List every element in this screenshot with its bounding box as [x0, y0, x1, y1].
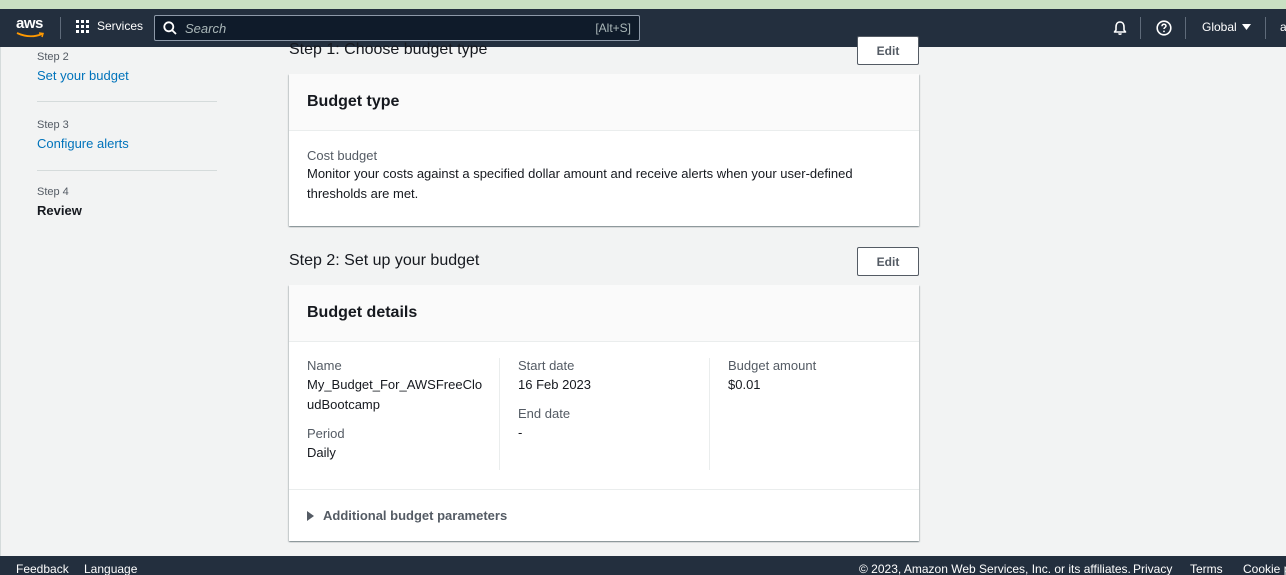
caret-down-icon	[1241, 24, 1251, 30]
page-footer: Feedback Language © 2023, Amazon Web Ser…	[0, 556, 1286, 575]
grid-icon	[76, 19, 89, 33]
period-label: Period	[307, 426, 345, 441]
region-selector[interactable]: Global	[1202, 20, 1251, 34]
step-link-set-budget[interactable]: Set your budget	[37, 68, 217, 83]
end-date-label: End date	[518, 406, 571, 421]
left-border	[0, 47, 1, 556]
aws-top-navigation: aws Services [Alt+S] Glo	[0, 9, 1286, 47]
budget-amount-value: $0.01	[728, 377, 761, 392]
start-date-value: 16 Feb 2023	[518, 377, 592, 392]
terms-link[interactable]: Terms	[1190, 562, 1223, 575]
budget-details-card: Budget details Name My_Budget_For_AWSFre…	[289, 285, 919, 541]
browser-top-strip	[0, 0, 1286, 9]
step1-edit-button[interactable]: Edit	[857, 36, 919, 65]
privacy-link[interactable]: Privacy	[1133, 562, 1172, 575]
wizard-step-3: Step 3 Configure alerts	[37, 119, 217, 151]
language-link[interactable]: Language	[84, 562, 137, 575]
budget-type-card: Budget type Cost budget Monitor your cos…	[289, 74, 919, 226]
budget-type-label: Cost budget	[307, 148, 378, 163]
search-input[interactable]	[185, 20, 596, 36]
additional-params-label: Additional budget parameters	[323, 508, 508, 523]
step-number: Step 2	[37, 51, 69, 63]
copyright-text: © 2023, Amazon Web Services, Inc. or its…	[859, 562, 1131, 575]
dates-column: Start date 16 Feb 2023 End date -	[518, 358, 698, 443]
amount-column: Budget amount $0.01	[728, 358, 908, 395]
services-label: Services	[97, 19, 144, 33]
budget-details-grid: Name My_Budget_For_AWSFreeCloudBootcamp …	[289, 342, 919, 488]
aws-logo-text: aws	[16, 15, 43, 32]
start-date-label: Start date	[518, 358, 575, 373]
search-shortcut: [Alt+S]	[595, 21, 631, 35]
step-divider	[37, 101, 217, 102]
wizard-step-2: Step 2 Set your budget	[37, 51, 217, 83]
divider	[1265, 17, 1266, 39]
column-divider	[499, 358, 500, 470]
column-divider	[709, 358, 710, 470]
card-title: Budget type	[289, 74, 919, 131]
end-date-value: -	[518, 425, 523, 440]
help-icon[interactable]	[1155, 19, 1173, 37]
budget-type-description: Monitor your costs against a specified d…	[307, 166, 853, 201]
name-period-column: Name My_Budget_For_AWSFreeCloudBootcamp …	[307, 358, 485, 463]
wizard-step-4: Step 4 Review	[37, 186, 217, 218]
step-number: Step 3	[37, 119, 69, 131]
step-link-configure-alerts[interactable]: Configure alerts	[37, 136, 217, 151]
divider	[1185, 17, 1186, 39]
step2-edit-button[interactable]: Edit	[857, 247, 919, 276]
feedback-link[interactable]: Feedback	[16, 562, 69, 575]
services-menu-button[interactable]: Services	[76, 19, 143, 33]
search-icon	[163, 21, 177, 35]
account-menu[interactable]: a	[1280, 20, 1286, 34]
card-title: Budget details	[289, 285, 919, 342]
aws-smile-icon	[16, 32, 44, 38]
search-box[interactable]: [Alt+S]	[154, 15, 640, 41]
cookie-preferences-link[interactable]: Cookie p	[1243, 562, 1286, 575]
step1-heading: Step 1: Choose budget type	[289, 41, 488, 58]
additional-params-section: Additional budget parameters	[289, 489, 919, 541]
period-value: Daily	[307, 445, 336, 460]
divider	[1140, 17, 1141, 39]
name-value: My_Budget_For_AWSFreeCloudBootcamp	[307, 377, 483, 412]
step-number: Step 4	[37, 186, 69, 198]
step2-heading: Step 2: Set up your budget	[289, 252, 480, 269]
region-label: Global	[1202, 20, 1237, 34]
step-divider	[37, 170, 217, 171]
aws-logo[interactable]: aws	[16, 16, 46, 40]
caret-right-icon	[307, 510, 314, 521]
notifications-bell-icon[interactable]	[1111, 19, 1129, 37]
name-label: Name	[307, 358, 342, 373]
budget-amount-label: Budget amount	[728, 358, 817, 373]
divider	[60, 17, 61, 39]
additional-params-expander[interactable]: Additional budget parameters	[307, 490, 507, 541]
step-current-review: Review	[37, 203, 82, 218]
